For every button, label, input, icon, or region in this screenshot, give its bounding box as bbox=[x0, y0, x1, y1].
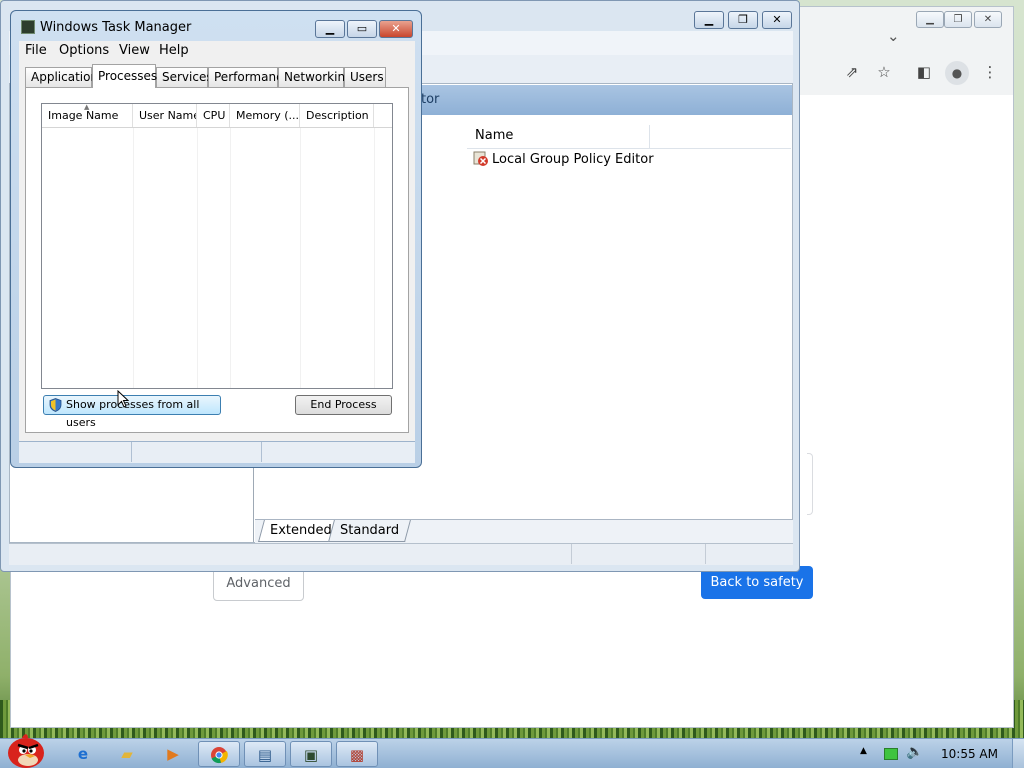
column-description[interactable]: Description bbox=[300, 104, 374, 127]
task-manager-status-bar bbox=[19, 441, 415, 463]
chrome-close-button[interactable]: ✕ bbox=[974, 11, 1002, 28]
status-divider bbox=[131, 442, 132, 462]
gpedit-minimize-button[interactable]: ▁ bbox=[694, 11, 724, 29]
status-divider bbox=[705, 544, 706, 564]
minimize-button[interactable]: ▁ bbox=[315, 20, 345, 38]
tab-standard[interactable]: Standard bbox=[328, 520, 412, 542]
toolbox-taskbar-icon[interactable]: ▩ bbox=[336, 741, 378, 767]
chrome-minimize-button[interactable]: ▁ bbox=[916, 11, 944, 28]
column-gridline bbox=[133, 128, 134, 388]
chrome-taskbar-icon[interactable] bbox=[198, 741, 240, 767]
mouse-cursor-icon bbox=[117, 389, 130, 411]
tab-extended-label: Extended bbox=[270, 523, 332, 538]
chrome-maximize-button[interactable]: ❐ bbox=[944, 11, 972, 28]
internet-explorer-icon[interactable]: e bbox=[62, 741, 104, 767]
menu-view[interactable]: View bbox=[119, 41, 150, 61]
profile-icon[interactable]: ● bbox=[945, 61, 969, 85]
column-user-name[interactable]: User Name bbox=[133, 104, 197, 127]
tab-networking[interactable]: Networking bbox=[278, 67, 353, 87]
menu-bar: File Options View Help bbox=[19, 41, 415, 61]
name-column-header[interactable]: Name bbox=[467, 125, 791, 149]
show-desktop-button[interactable] bbox=[1012, 739, 1024, 768]
gpedit-maximize-button[interactable]: ❐ bbox=[728, 11, 758, 29]
window-title: Windows Task Manager bbox=[40, 20, 192, 35]
gpedit-close-button[interactable]: ✕ bbox=[762, 11, 792, 29]
tab-users[interactable]: Users bbox=[344, 67, 386, 87]
uac-shield-icon bbox=[49, 398, 62, 412]
start-button-angry-bird-icon[interactable] bbox=[4, 731, 46, 768]
show-all-users-button[interactable]: Show processes from all users bbox=[43, 395, 221, 429]
volume-icon[interactable]: 🔈 bbox=[906, 744, 923, 760]
list-item-label: Local Group Policy Editor bbox=[492, 151, 654, 167]
page-card-edge bbox=[807, 453, 813, 515]
column-cpu[interactable]: CPU bbox=[197, 104, 230, 127]
menu-help[interactable]: Help bbox=[159, 41, 189, 61]
sidebar-icon[interactable]: ◧ bbox=[913, 61, 935, 83]
tab-standard-label: Standard bbox=[340, 523, 400, 538]
close-button[interactable]: ✕ bbox=[379, 20, 413, 38]
column-image-name[interactable]: ▲ Image Name bbox=[42, 104, 133, 127]
tab-applications[interactable]: Applications bbox=[25, 67, 104, 87]
star-icon[interactable]: ☆ bbox=[873, 61, 895, 83]
column-gridline bbox=[197, 128, 198, 388]
gpedit-status-bar bbox=[9, 543, 793, 565]
task-manager-window: Windows Task Manager ▁ ▭ ✕ File Options … bbox=[10, 10, 422, 468]
maximize-button[interactable]: ▭ bbox=[347, 20, 377, 38]
column-gridline bbox=[230, 128, 231, 388]
kebab-menu-icon[interactable]: ⋮ bbox=[979, 61, 1001, 83]
menu-file[interactable]: File bbox=[25, 41, 47, 61]
column-memory[interactable]: Memory (... bbox=[230, 104, 300, 127]
file-explorer-icon[interactable]: ▰ bbox=[106, 741, 148, 767]
tab-processes[interactable]: Processes bbox=[92, 64, 157, 88]
list-item[interactable]: Local Group Policy Editor bbox=[473, 151, 654, 167]
status-divider bbox=[261, 442, 262, 462]
taskbar: e ▰ ▶ ▤ ▣ ▩ ▲ 🔈 10:55 AM bbox=[0, 734, 1024, 768]
network-tray-icon[interactable] bbox=[884, 748, 898, 760]
end-process-button[interactable]: End Process bbox=[295, 395, 392, 415]
tab-services[interactable]: Services bbox=[156, 67, 213, 87]
status-divider bbox=[571, 544, 572, 564]
advanced-button[interactable]: Advanced bbox=[213, 567, 304, 601]
column-gridline bbox=[300, 128, 301, 388]
column-gridline bbox=[374, 128, 375, 388]
gpedit-pane-header: tor bbox=[417, 85, 792, 115]
tab-search-chevron-icon[interactable]: ⌄ bbox=[887, 27, 900, 45]
gpedit-taskbar-icon[interactable]: ▤ bbox=[244, 741, 286, 767]
media-player-icon[interactable]: ▶ bbox=[152, 741, 194, 767]
name-column-label: Name bbox=[475, 128, 514, 143]
show-hidden-icons-icon[interactable]: ▲ bbox=[860, 746, 867, 756]
clock[interactable]: 10:55 AM bbox=[941, 747, 998, 761]
task-manager-taskbar-icon[interactable]: ▣ bbox=[290, 741, 332, 767]
menu-options[interactable]: Options bbox=[59, 41, 109, 61]
task-manager-app-icon bbox=[21, 20, 35, 34]
column-divider bbox=[649, 125, 650, 149]
process-list[interactable]: ▲ Image Name User Name CPU Memory (... D… bbox=[41, 103, 393, 389]
tab-performance[interactable]: Performance bbox=[208, 67, 290, 87]
process-list-header: ▲ Image Name User Name CPU Memory (... D… bbox=[42, 104, 392, 128]
share-icon[interactable]: ⇗ bbox=[841, 61, 863, 83]
policy-error-icon bbox=[473, 151, 489, 167]
gpedit-view-tabs: Extended Standard bbox=[255, 519, 793, 543]
sort-arrow-icon: ▲ bbox=[84, 104, 90, 111]
